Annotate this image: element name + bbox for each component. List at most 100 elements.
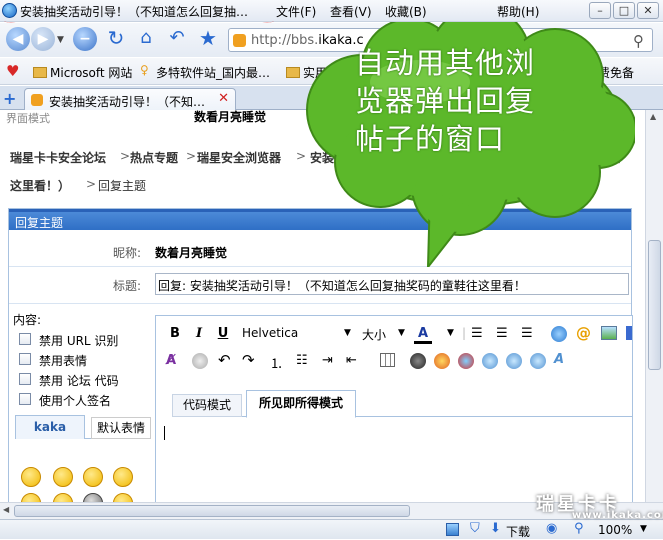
stop-icon[interactable]: − — [73, 27, 97, 51]
font-select[interactable]: Helvetica — [242, 326, 298, 340]
disable-bbcode-checkbox[interactable] — [19, 373, 31, 385]
menu-file[interactable]: 文件(F) — [276, 3, 316, 20]
smiley-tab-default[interactable]: 默认表情 — [91, 417, 151, 439]
bold-button[interactable]: B — [166, 326, 184, 341]
shield-icon[interactable]: ⛉ — [470, 521, 480, 536]
smiley-icon[interactable] — [21, 493, 41, 502]
smiley-icon[interactable] — [53, 467, 73, 487]
breadcrumb-current: 回复主题 — [98, 179, 147, 193]
page-status-icon[interactable] — [446, 523, 459, 536]
video-icon[interactable] — [458, 353, 474, 369]
smiley-icon[interactable] — [83, 467, 103, 487]
breadcrumb-thread-end[interactable]: 这里看！） — [10, 177, 70, 194]
menu-favorites[interactable]: 收藏(B) — [385, 3, 427, 20]
forward-icon[interactable]: ▶ — [31, 27, 55, 51]
breadcrumb-hot-topics[interactable]: 热点专题 — [130, 149, 178, 166]
underline-button[interactable]: U — [214, 326, 232, 341]
flash-media-icon[interactable] — [410, 353, 426, 369]
ordered-list-icon[interactable]: ⒈ — [270, 353, 283, 372]
audio-icon[interactable] — [434, 353, 450, 369]
mode-link-cut[interactable]: 界面模式 — [6, 110, 50, 126]
windows-media-icon[interactable] — [506, 353, 522, 369]
favorite-star-icon[interactable]: ★ — [196, 27, 220, 51]
undo-icon[interactable]: ↶ — [218, 351, 231, 369]
vertical-scrollbar[interactable]: ▲ — [645, 110, 663, 502]
minimize-button[interactable]: – — [589, 2, 611, 19]
smiley-icon[interactable] — [113, 467, 133, 487]
redo-icon[interactable]: ↷ — [242, 351, 255, 369]
new-tab-icon[interactable]: + — [3, 89, 16, 108]
close-window-button[interactable]: ✕ — [637, 2, 659, 19]
content-label: 内容: — [13, 313, 42, 327]
smiley-tab-kaka[interactable]: kaka — [15, 415, 85, 439]
refresh-icon[interactable]: ↻ — [104, 27, 128, 51]
table-icon[interactable] — [380, 353, 395, 367]
download-label[interactable]: 下载 — [506, 523, 530, 540]
smiley-icon[interactable] — [83, 493, 103, 502]
quicktime-icon[interactable] — [530, 353, 546, 369]
disable-smilies-label: 禁用表情 — [39, 354, 88, 368]
clear-format-icon[interactable]: A̸ — [166, 353, 176, 368]
history-dropdown-icon[interactable]: ▼ — [57, 35, 64, 45]
email-icon[interactable]: @ — [576, 324, 591, 342]
use-signature-checkbox[interactable] — [19, 393, 31, 405]
toolbar-divider: | — [462, 326, 467, 340]
link-icon[interactable] — [551, 326, 567, 342]
fav-item-microsoft[interactable]: Microsoft 网站 — [33, 64, 132, 81]
scroll-up-icon[interactable]: ▲ — [650, 112, 656, 121]
breadcrumb-sep: > — [120, 149, 131, 163]
watermark-url: www.ikaka.com — [572, 510, 663, 521]
size-select[interactable]: 大小 — [362, 326, 386, 343]
tab-active[interactable]: 安装抽奖活动引导！（不知… ✕ — [24, 88, 236, 110]
zoom-icon[interactable]: ⚲ — [574, 521, 584, 536]
eye-icon[interactable]: ◉ — [546, 521, 557, 536]
smiley-icon[interactable] — [113, 493, 133, 502]
mode-wysiwyg-tab[interactable]: 所见即所得模式 — [246, 390, 356, 418]
back-icon[interactable]: ◀ — [6, 27, 30, 51]
unordered-list-icon[interactable]: ☷ — [296, 353, 308, 368]
subject-label: 标题: — [113, 279, 142, 293]
align-center-icon[interactable]: ☰ — [496, 326, 508, 341]
rich-text-editor[interactable]: B I U Helvetica ▼ 大小 ▼ A ▼ | ☰ ☰ ☰ @ A̸ — [155, 315, 633, 502]
size-dropdown-icon[interactable]: ▼ — [398, 328, 405, 338]
home-icon[interactable]: ⌂ — [134, 27, 158, 51]
breadcrumb-browser[interactable]: 瑞星安全浏览器 — [197, 149, 281, 166]
breadcrumb-forum[interactable]: 瑞星卡卡安全论坛 — [10, 149, 106, 166]
tab-close-icon[interactable]: ✕ — [218, 91, 229, 106]
mode-code-tab[interactable]: 代码模式 — [172, 394, 242, 417]
flash-icon[interactable] — [626, 326, 632, 340]
font-dropdown-icon[interactable]: ▼ — [344, 328, 351, 338]
disable-smilies-checkbox[interactable] — [19, 353, 31, 365]
horizontal-scroll-thumb[interactable] — [14, 505, 410, 517]
breadcrumb-sep: > — [86, 177, 97, 191]
vertical-scroll-thumb[interactable] — [648, 240, 661, 370]
zoom-dropdown-icon[interactable]: ▼ — [640, 524, 647, 534]
zoom-level[interactable]: 100% — [598, 523, 632, 537]
align-left-icon[interactable]: ☰ — [471, 326, 483, 341]
italic-button[interactable]: I — [190, 326, 208, 341]
smiley-icon[interactable] — [21, 467, 41, 487]
fav-item-duote[interactable]: ♀ 多特软件站_国内最… — [140, 63, 270, 81]
smiley-icon[interactable] — [53, 493, 73, 502]
outdent-icon[interactable]: ⇤ — [346, 353, 357, 368]
text-style-icon[interactable]: A — [554, 352, 564, 367]
breadcrumb-sep: > — [186, 149, 197, 163]
disable-url-checkbox[interactable] — [19, 333, 31, 345]
color-dropdown-icon[interactable]: ▼ — [447, 328, 454, 338]
download-icon[interactable]: ⬇ — [490, 521, 501, 536]
maximize-button[interactable]: □ — [613, 2, 635, 19]
real-media-icon[interactable] — [482, 353, 498, 369]
align-right-icon[interactable]: ☰ — [521, 326, 533, 341]
indent-icon[interactable]: ⇥ — [322, 353, 333, 368]
menu-help[interactable]: 帮助(H) — [497, 3, 539, 20]
font-color-button[interactable]: A — [414, 326, 432, 344]
menu-view[interactable]: 查看(V) — [330, 3, 372, 20]
smiley-insert-icon[interactable] — [192, 353, 208, 369]
subject-input[interactable]: 回复: 安装抽奖活动引导！（不知道怎么回复抽奖码的童鞋往这里看！ — [155, 273, 629, 295]
undo-close-icon[interactable]: ↶ — [165, 27, 189, 51]
text-caret — [164, 426, 165, 440]
image-icon[interactable] — [601, 326, 617, 340]
window-controls: – □ ✕ — [589, 2, 659, 19]
scroll-left-icon[interactable]: ◀ — [3, 505, 9, 514]
favorites-heart-icon[interactable]: ♥ — [6, 62, 19, 80]
